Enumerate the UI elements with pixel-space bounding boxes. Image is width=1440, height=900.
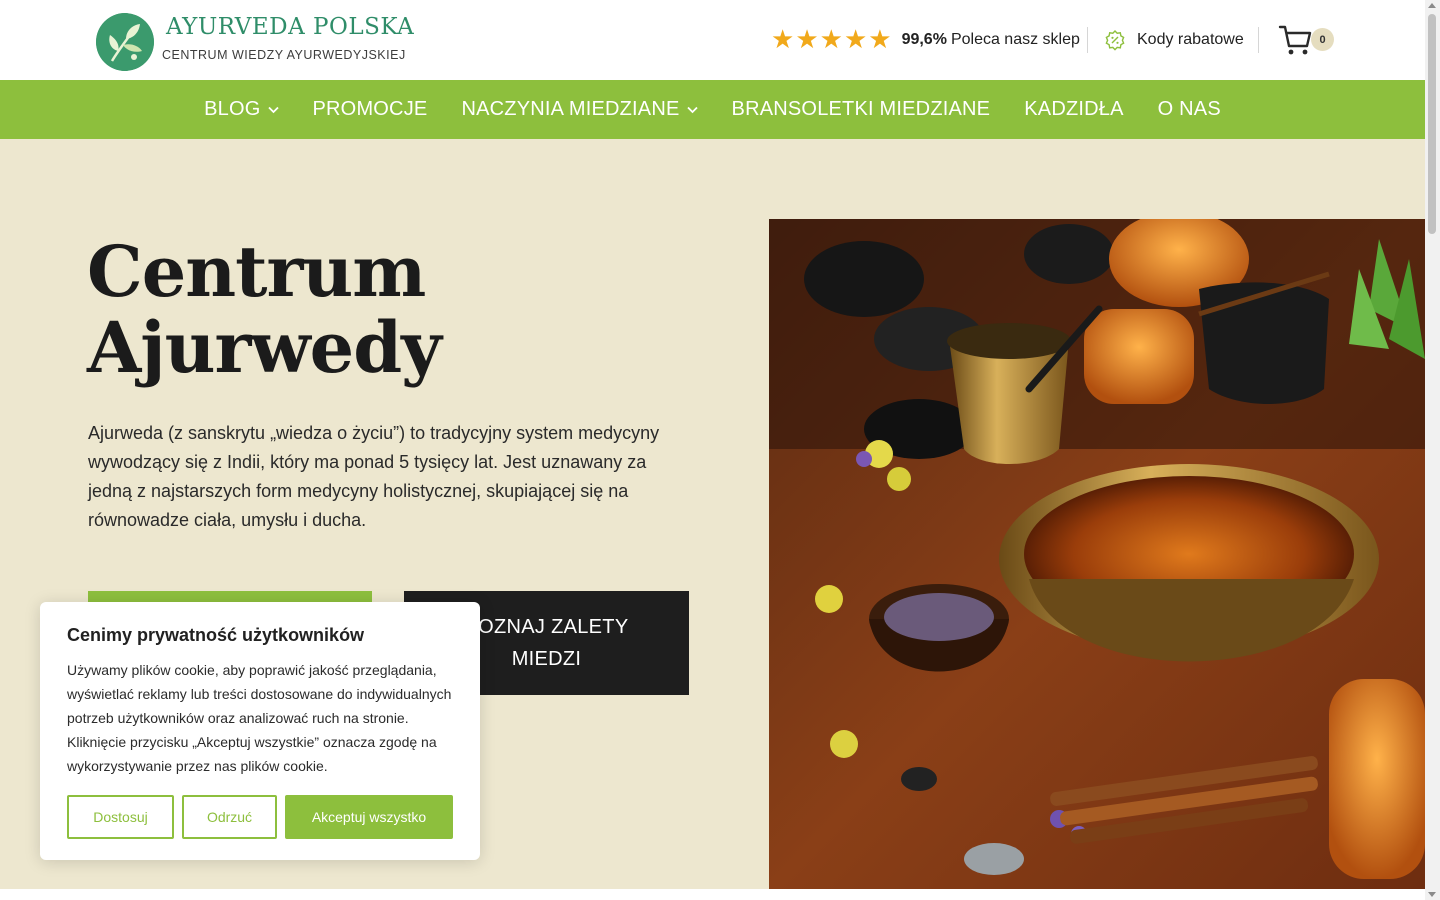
site-logo[interactable]: AYURVEDA POLSKA CENTRUM WIEDZY AYURWEDYJ… <box>96 13 414 73</box>
scroll-thumb[interactable] <box>1428 14 1436 234</box>
star-icon: ★ <box>795 25 819 55</box>
cookie-consent-banner: Cenimy prywatność użytkowników Używamy p… <box>40 602 480 860</box>
star-icon: ★ <box>843 25 868 55</box>
nav-item-label: NACZYNIA MIEDZIANE <box>461 98 680 120</box>
header-divider <box>1087 27 1088 53</box>
scroll-down-arrow-icon[interactable] <box>1428 892 1436 897</box>
nav-item-label: KADZIDŁA <box>1024 98 1124 120</box>
cookie-accept-all-button[interactable]: Akceptuj wszystko <box>285 795 453 839</box>
cookie-customize-button[interactable]: Dostosuj <box>67 795 174 839</box>
coupon-icon <box>1105 30 1125 51</box>
cookie-reject-button[interactable]: Odrzuć <box>182 795 277 839</box>
star-icon: ★ <box>868 25 892 55</box>
star-icon: ★ <box>771 25 795 55</box>
store-rating[interactable]: ★ ★ ★ ★ ★ 99,6% Poleca nasz sklep <box>771 26 1080 54</box>
logo-subtitle: CENTRUM WIEDZY AYURWEDYJSKIEJ <box>162 48 406 62</box>
coupon-label: Kody rabatowe <box>1137 31 1244 48</box>
nav-item-label: PROMOCJE <box>312 98 428 120</box>
cart-icon[interactable] <box>1278 22 1314 58</box>
page-scrollbar[interactable] <box>1425 0 1440 900</box>
hero-title-line: Centrum <box>87 230 426 313</box>
nav-item-o-nas[interactable]: O NAS <box>1141 98 1238 121</box>
hero-description: Ajurweda (z sanskrytu „wiedza o życiu”) … <box>88 423 660 530</box>
main-navigation: BLOG PROMOCJE NACZYNIA MIEDZIANE BRANSOL… <box>0 80 1425 139</box>
star-icon: ★ <box>819 25 843 55</box>
nav-item-blog[interactable]: BLOG <box>187 98 295 121</box>
scroll-up-arrow-icon[interactable] <box>1428 3 1436 8</box>
rating-stars: ★ ★ ★ ★ ★ <box>771 27 892 53</box>
coupon-codes-link[interactable]: Kody rabatowe <box>1103 28 1244 52</box>
logo-title: AYURVEDA POLSKA <box>166 14 415 40</box>
hero-image-ayurveda-still-life <box>769 219 1425 889</box>
nav-item-label: BLOG <box>204 98 261 120</box>
nav-item-promocje[interactable]: PROMOCJE <box>296 98 445 121</box>
cookie-title: Cenimy prywatność użytkowników <box>67 625 365 645</box>
nav-item-label: BRANSOLETKI MIEDZIANE <box>731 98 991 120</box>
nav-item-kadzidla[interactable]: KADZIDŁA <box>1007 98 1140 121</box>
rating-text: Poleca nasz sklep <box>950 31 1080 48</box>
chevron-down-icon <box>267 106 279 113</box>
header-divider <box>1258 27 1259 53</box>
cart-count-badge[interactable]: 0 <box>1311 28 1334 51</box>
cookie-description: Używamy plików cookie, aby poprawić jako… <box>67 662 452 774</box>
hero-title: Centrum Ajurwedy <box>87 234 687 386</box>
logo-leaf-icon <box>96 13 154 71</box>
site-header: AYURVEDA POLSKA CENTRUM WIEDZY AYURWEDYJ… <box>0 0 1425 80</box>
chevron-down-icon <box>686 106 698 113</box>
nav-item-bransoletki-miedziane[interactable]: BRANSOLETKI MIEDZIANE <box>715 98 1008 121</box>
page-bottom-strip <box>0 889 1425 900</box>
hero-title-line: Ajurwedy <box>87 306 442 389</box>
nav-item-label: O NAS <box>1157 98 1221 120</box>
rating-value: 99,6% <box>901 31 947 48</box>
nav-item-naczynia-miedziane[interactable]: NACZYNIA MIEDZIANE <box>444 98 714 121</box>
